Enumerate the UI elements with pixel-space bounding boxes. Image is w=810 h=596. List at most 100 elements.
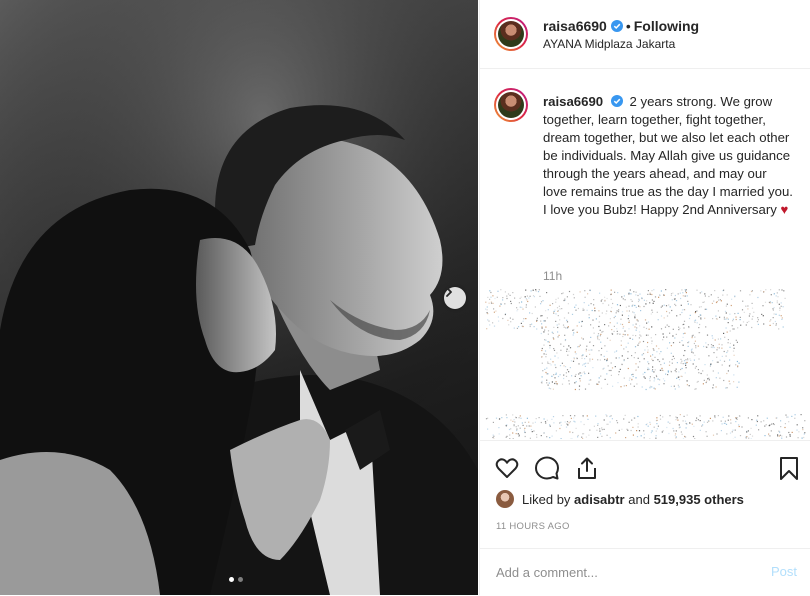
noise-pixel <box>703 346 704 347</box>
noise-pixel <box>535 289 536 290</box>
noise-pixel <box>712 335 713 336</box>
noise-pixel <box>639 334 640 335</box>
liker-username-link[interactable]: adisabtr <box>574 492 625 507</box>
post-comment-button[interactable]: Post <box>771 564 797 579</box>
location-link[interactable]: AYANA Midplaza Jakarta <box>543 37 675 51</box>
noise-pixel <box>636 324 637 325</box>
noise-pixel <box>736 319 737 320</box>
heart-icon <box>494 455 520 481</box>
noise-pixel <box>689 318 690 319</box>
noise-pixel <box>544 339 545 340</box>
noise-pixel <box>593 304 594 305</box>
noise-pixel <box>595 416 596 417</box>
noise-pixel <box>600 335 601 336</box>
noise-pixel <box>749 313 750 314</box>
noise-pixel <box>682 368 683 369</box>
noise-pixel <box>549 424 550 425</box>
noise-pixel <box>642 354 643 355</box>
noise-pixel <box>748 417 749 418</box>
noise-pixel <box>550 359 551 360</box>
noise-pixel <box>726 306 727 307</box>
noise-pixel <box>558 376 559 377</box>
noise-pixel <box>600 342 601 343</box>
noise-pixel <box>745 306 746 307</box>
noise-pixel <box>571 375 572 376</box>
noise-pixel <box>671 345 672 346</box>
noise-pixel <box>584 358 585 359</box>
noise-pixel <box>489 324 490 325</box>
noise-pixel <box>669 361 670 362</box>
noise-pixel <box>574 307 575 308</box>
noise-pixel <box>663 430 664 431</box>
noise-pixel <box>646 424 647 425</box>
noise-pixel <box>559 308 560 309</box>
noise-pixel <box>604 419 605 420</box>
noise-pixel <box>561 293 562 294</box>
noise-pixel <box>634 418 635 419</box>
noise-pixel <box>635 346 636 347</box>
noise-pixel <box>489 299 490 300</box>
noise-pixel <box>604 345 605 346</box>
caption-username-link[interactable]: raisa6690 <box>543 94 603 109</box>
noise-pixel <box>612 367 613 368</box>
noise-pixel <box>633 376 634 377</box>
likes-count-link[interactable]: 519,935 others <box>654 492 744 507</box>
noise-pixel <box>783 326 784 327</box>
post-photo[interactable] <box>0 0 478 595</box>
noise-pixel <box>644 300 645 301</box>
noise-pixel <box>777 435 778 436</box>
noise-pixel <box>590 324 591 325</box>
noise-pixel <box>598 310 599 311</box>
noise-pixel <box>650 356 651 357</box>
noise-pixel <box>626 385 627 386</box>
noise-pixel <box>726 312 727 313</box>
noise-pixel <box>733 351 734 352</box>
author-username-link[interactable]: raisa6690 <box>543 18 607 34</box>
noise-pixel <box>704 318 705 319</box>
noise-pixel <box>713 435 714 436</box>
noise-pixel <box>555 313 556 314</box>
next-slide-button[interactable] <box>444 287 466 309</box>
comment-input[interactable] <box>496 561 736 583</box>
noise-pixel <box>785 423 786 424</box>
liker-avatar[interactable] <box>496 490 514 508</box>
post-side-panel: raisa6690 • Following AYANA Midplaza Jak… <box>479 0 810 595</box>
noise-pixel <box>698 327 699 328</box>
noise-pixel <box>559 319 560 320</box>
noise-pixel <box>726 352 727 353</box>
like-button[interactable] <box>494 455 520 481</box>
noise-pixel <box>752 290 753 291</box>
noise-pixel <box>780 426 781 427</box>
caption-author-avatar[interactable] <box>494 88 528 122</box>
save-button[interactable] <box>776 455 802 481</box>
post-time-ago[interactable]: 11 HOURS AGO <box>496 521 570 532</box>
noise-pixel <box>758 324 759 325</box>
noise-pixel <box>716 302 717 303</box>
noise-pixel <box>687 342 688 343</box>
noise-pixel <box>629 320 630 321</box>
noise-pixel <box>625 437 626 438</box>
noise-pixel <box>566 320 567 321</box>
noise-pixel <box>553 374 554 375</box>
noise-pixel <box>729 314 730 315</box>
noise-pixel <box>489 303 490 304</box>
comment-button[interactable] <box>534 455 560 481</box>
noise-pixel <box>779 435 780 436</box>
noise-pixel <box>669 342 670 343</box>
author-avatar[interactable] <box>494 17 528 51</box>
noise-pixel <box>494 298 495 299</box>
noise-pixel <box>506 296 507 297</box>
caption-timestamp[interactable]: 11h <box>543 269 562 283</box>
noise-pixel <box>549 363 550 364</box>
noise-pixel <box>623 328 624 329</box>
noise-pixel <box>711 347 712 348</box>
noise-pixel <box>545 350 546 351</box>
noise-pixel <box>779 432 780 433</box>
share-button[interactable] <box>574 455 600 481</box>
noise-pixel <box>763 420 764 421</box>
noise-pixel <box>635 314 636 315</box>
noise-pixel <box>571 360 572 361</box>
noise-pixel <box>623 348 624 349</box>
following-button[interactable]: Following <box>634 18 699 34</box>
noise-pixel <box>589 354 590 355</box>
